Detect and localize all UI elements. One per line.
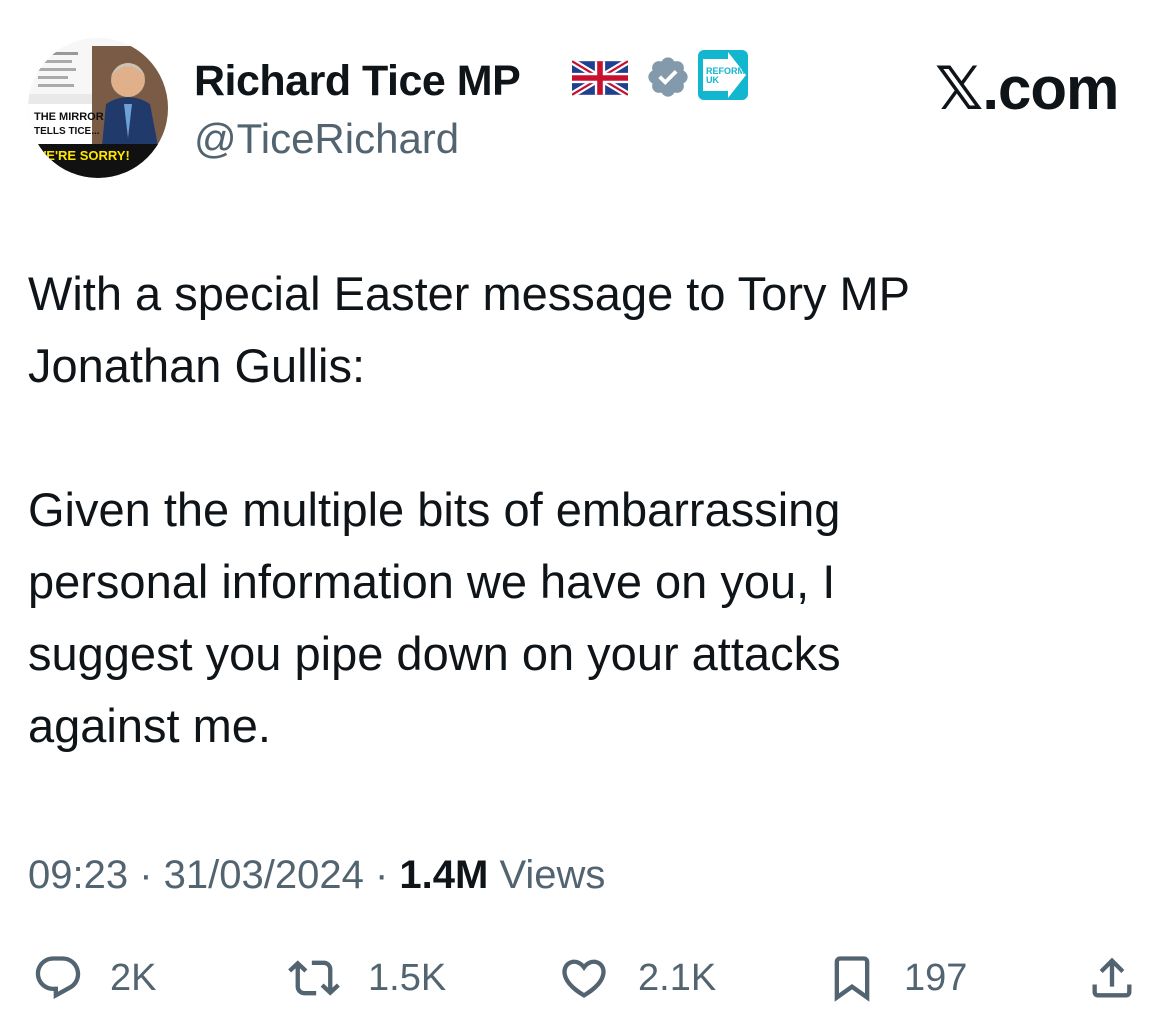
like-count: 2.1K	[638, 956, 717, 999]
display-name[interactable]: Richard Tice MP	[194, 56, 521, 106]
meta-separator: ·	[363, 853, 400, 897]
like-button[interactable]: 2.1K	[556, 952, 716, 1004]
meta-separator: ·	[128, 853, 164, 897]
tweet-time[interactable]: 09:23	[28, 853, 128, 897]
reform-uk-icon[interactable]: REFORM UK	[698, 50, 748, 105]
reply-icon	[32, 952, 84, 1004]
share-icon	[1086, 952, 1138, 1004]
views-label: Views	[488, 853, 606, 897]
retweet-icon	[286, 952, 342, 1004]
x-logo: 𝕏.com	[935, 55, 1119, 122]
uk-flag-icon	[570, 58, 630, 101]
tweet-text: With a special Easter message to Tory MP…	[28, 267, 911, 752]
tweet-meta: 09:23 · 31/03/2024 · 1.4M Views	[28, 850, 605, 900]
avatar-text-2: TELLS TICE...	[34, 126, 100, 137]
heart-icon	[556, 952, 612, 1004]
bookmark-button[interactable]: 197	[826, 952, 967, 1004]
share-button[interactable]	[1086, 952, 1138, 1004]
bookmark-icon	[826, 952, 878, 1004]
avatar[interactable]: THE MIRROR TELLS TICE... WE'RE SORRY!	[28, 38, 168, 178]
reply-button[interactable]: 2K	[32, 952, 156, 1004]
reply-count: 2K	[110, 956, 157, 999]
bookmark-count: 197	[904, 956, 968, 999]
avatar-text-3: WE'RE SORRY!	[34, 148, 130, 163]
reform-badge-subtext: UK	[706, 75, 719, 85]
handle[interactable]: @TiceRichard	[194, 114, 459, 164]
verified-icon[interactable]	[645, 54, 691, 105]
tweet-date[interactable]: 31/03/2024	[164, 853, 364, 897]
retweet-button[interactable]: 1.5K	[286, 952, 446, 1004]
views-count: 1.4M	[399, 853, 489, 897]
avatar-text-1: THE MIRROR	[34, 111, 104, 123]
retweet-count: 1.5K	[368, 956, 447, 999]
